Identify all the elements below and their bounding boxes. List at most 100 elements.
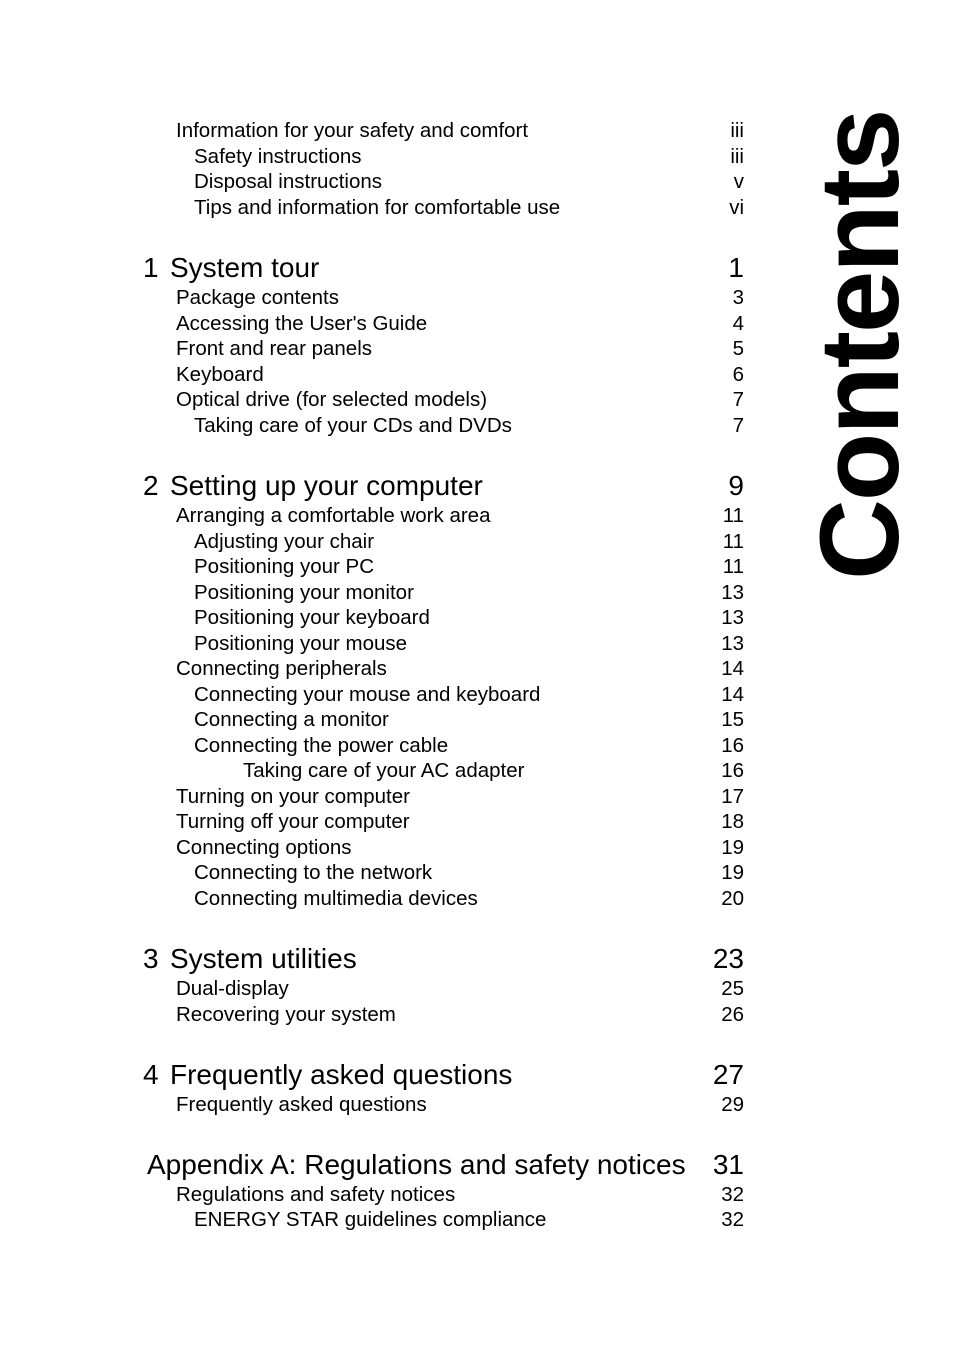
toc-entry-page-number: 26 — [721, 1002, 744, 1026]
toc-chapter-page-number: 1 — [728, 252, 744, 283]
toc-entry-page-number: 11 — [722, 555, 744, 578]
toc-entry-page-number: 18 — [721, 810, 744, 833]
toc-entry[interactable]: Turning on your computer 17 — [143, 784, 744, 810]
toc-entry-label: Front and rear panels — [176, 337, 373, 360]
toc-entry-label: Information for your safety and comfort — [176, 119, 529, 142]
toc-entry[interactable]: Package contents 3 — [143, 285, 744, 311]
toc-entry-page-number: 11 — [722, 529, 744, 553]
toc-entry[interactable]: Connecting the power cable 16 — [143, 733, 744, 759]
toc-entry-page-number: 19 — [721, 835, 744, 859]
toc-entry-page-number: 13 — [721, 606, 744, 629]
toc-entry[interactable]: Arranging a comfortable work area 11 — [143, 503, 744, 529]
toc-entry-label: Positioning your keyboard — [194, 606, 430, 629]
toc-entry-page-number: 14 — [721, 682, 744, 706]
toc-entry-page-number: 19 — [721, 861, 744, 884]
toc-entry[interactable]: Positioning your PC 11 — [143, 554, 744, 580]
toc-entry[interactable]: Tips and information for comfortable use… — [143, 195, 744, 221]
toc-entry-page-number: 3 — [732, 286, 744, 309]
toc-entry-label: Connecting peripherals — [176, 657, 387, 680]
toc-entry-page-number: vi — [729, 195, 744, 219]
toc-section-chapters: 1 System tour 1 Package contents 3 Accessing … — [143, 251, 744, 1233]
toc-entry-label: Dual-display — [176, 977, 289, 1000]
toc-entry[interactable]: Connecting peripherals 14 — [143, 656, 744, 682]
toc-entry[interactable]: Connecting options 19 — [143, 835, 744, 861]
toc-chapter-page-number: 27 — [712, 1059, 744, 1090]
toc-chapter-page-number: 9 — [728, 470, 744, 501]
toc-entry-page-number: 4 — [732, 311, 744, 335]
toc-entry-label: Connecting to the network — [194, 861, 433, 884]
toc-entry-label: Package contents — [176, 286, 339, 309]
toc-chapter-heading[interactable]: 2 Setting up your computer 9 — [143, 469, 744, 503]
toc-entry-page-number: 16 — [721, 759, 744, 782]
toc-entry-page-number: v — [733, 170, 744, 193]
toc-entry-label: Optical drive (for selected models) — [176, 388, 488, 411]
toc-entry-label: Taking care of your CDs and DVDs — [194, 413, 512, 437]
toc-entry-label: Turning on your computer — [176, 784, 410, 808]
toc-entry[interactable]: Positioning your mouse 13 — [143, 631, 744, 657]
toc-chapter-number: 4 — [143, 1059, 159, 1090]
toc-chapter-heading[interactable]: 1 System tour 1 — [143, 251, 744, 285]
toc-entry[interactable]: Safety instructions iii — [143, 144, 744, 170]
toc-entry-label: Turning off your computer — [176, 810, 410, 833]
toc-entry-label: Keyboard — [176, 362, 264, 386]
toc-entry-label: Positioning your monitor — [194, 580, 414, 604]
page-title: Contents — [797, 110, 922, 580]
toc-entry[interactable]: Connecting a monitor 15 — [143, 707, 744, 733]
toc-entry-label: Connecting the power cable — [194, 733, 449, 757]
toc-appendix-heading[interactable]: Appendix A: Regulations and safety notic… — [143, 1148, 744, 1182]
toc-chapter-title: Frequently asked questions — [170, 1059, 513, 1090]
toc-entry-page-number: 25 — [721, 977, 744, 1000]
toc-entry-page-number: 5 — [732, 337, 744, 360]
toc-entry-label: Adjusting your chair — [194, 529, 375, 553]
toc-entry-label: Connecting a monitor — [194, 708, 389, 731]
toc-entry[interactable]: Recovering your system 26 — [143, 1002, 744, 1028]
toc-entry-label: Recovering your system — [176, 1002, 396, 1026]
toc-entry-label: Frequently asked questions — [176, 1093, 427, 1116]
toc-entry[interactable]: Frequently asked questions 29 — [143, 1092, 744, 1118]
toc-entry[interactable]: Information for your safety and comfort i… — [143, 118, 744, 144]
table-of-contents: Information for your safety and comfort i… — [143, 118, 744, 1233]
toc-entry[interactable]: Taking care of your CDs and DVDs 7 — [143, 413, 744, 439]
toc-entry-label: ENERGY STAR guidelines compliance — [194, 1208, 547, 1231]
toc-entry-label: Arranging a comfortable work area — [176, 504, 491, 527]
toc-entry-label: Connecting multimedia devices — [194, 886, 478, 910]
toc-entry[interactable]: Connecting multimedia devices 20 — [143, 886, 744, 912]
toc-entry-page-number: 7 — [732, 413, 744, 437]
toc-entry[interactable]: Turning off your computer 18 — [143, 809, 744, 835]
toc-chapter-title: System utilities — [170, 943, 357, 974]
toc-chapter-number: 3 — [143, 943, 159, 974]
toc-entry[interactable]: Front and rear panels 5 — [143, 336, 744, 362]
toc-entry[interactable]: Positioning your monitor 13 — [143, 580, 744, 606]
toc-entry-page-number: 29 — [721, 1093, 744, 1116]
toc-appendix-page-number: 31 — [712, 1148, 744, 1180]
toc-entry[interactable]: Accessing the User's Guide 4 — [143, 311, 744, 337]
toc-entry[interactable]: Disposal instructions v — [143, 169, 744, 195]
toc-entry-label: Connecting options — [176, 835, 352, 859]
toc-entry[interactable]: Connecting your mouse and keyboard 14 — [143, 682, 744, 708]
toc-chapter-page-number: 23 — [712, 943, 744, 974]
toc-entry[interactable]: Optical drive (for selected models) 7 — [143, 387, 744, 413]
toc-entry-label: Tips and information for comfortable use — [194, 195, 561, 219]
toc-entry-label: Regulations and safety notices — [176, 1182, 456, 1206]
toc-chapter-number: 2 — [143, 470, 159, 501]
toc-chapter-heading[interactable]: 4 Frequently asked questions 27 — [143, 1058, 744, 1092]
toc-entry[interactable]: Connecting to the network 19 — [143, 860, 744, 886]
toc-entry[interactable]: Taking care of your AC adapter 16 — [143, 758, 744, 784]
toc-entry-page-number: 7 — [732, 388, 744, 411]
toc-entry[interactable]: ENERGY STAR guidelines compliance 32 — [143, 1207, 744, 1233]
toc-entry-page-number: iii — [730, 119, 744, 142]
toc-entry-label: Connecting your mouse and keyboard — [194, 682, 541, 706]
toc-chapter-title: System tour — [170, 252, 320, 283]
toc-entry[interactable]: Keyboard 6 — [143, 362, 744, 388]
toc-entry[interactable]: Regulations and safety notices 32 — [143, 1182, 744, 1208]
toc-entry[interactable]: Positioning your keyboard 13 — [143, 605, 744, 631]
toc-entry-label: Positioning your mouse — [194, 631, 408, 655]
toc-entry[interactable]: Adjusting your chair 11 — [143, 529, 744, 555]
toc-entry-label: Safety instructions — [194, 144, 362, 168]
toc-entry-page-number: 20 — [721, 886, 744, 910]
toc-entry[interactable]: Dual-display 25 — [143, 976, 744, 1002]
toc-entry-label: Taking care of your AC adapter — [243, 759, 525, 782]
toc-entry-page-number: 6 — [732, 362, 744, 386]
toc-chapter-heading[interactable]: 3 System utilities 23 — [143, 942, 744, 976]
toc-entry-page-number: 14 — [721, 657, 744, 680]
